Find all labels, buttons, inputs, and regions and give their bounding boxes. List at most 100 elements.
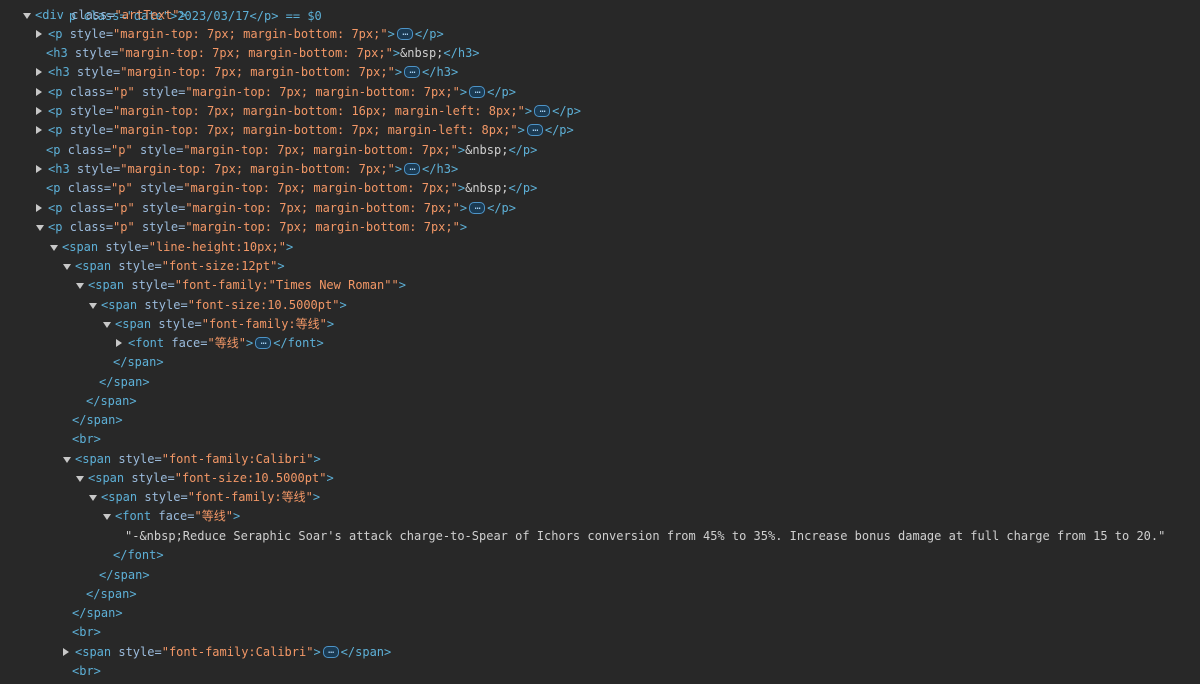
expand-arrow-closed-icon[interactable] bbox=[36, 126, 42, 134]
markup-val: "margin-top: 7px; margin-bottom: 7px;" bbox=[120, 65, 395, 79]
dom-node-row[interactable]: <span style="font-family:Calibri">… </spa… bbox=[0, 643, 1200, 662]
dom-node-markup: </span> bbox=[72, 411, 123, 430]
expand-arrow-open-icon[interactable] bbox=[50, 245, 58, 251]
expand-arrow-open-icon[interactable] bbox=[103, 322, 111, 328]
dom-node-row[interactable]: <br> bbox=[0, 623, 1200, 642]
dom-node-row[interactable]: </span> bbox=[0, 373, 1200, 392]
dom-node-row[interactable]: <font face="等线">… </font> bbox=[0, 334, 1200, 353]
expand-arrow-closed-icon[interactable] bbox=[36, 30, 42, 38]
dom-node-row[interactable]: <span style="font-family:"Times New Roma… bbox=[0, 276, 1200, 295]
markup-tag: </p> bbox=[414, 27, 444, 41]
markup-tag: > bbox=[179, 8, 187, 22]
expand-arrow-closed-icon[interactable] bbox=[36, 107, 42, 115]
expand-arrow-open-icon[interactable] bbox=[63, 457, 71, 463]
collapsed-content-ellipsis-icon[interactable]: … bbox=[322, 645, 339, 658]
markup-tag: <h3 bbox=[46, 46, 75, 60]
dom-node-row[interactable]: <p class="p" style="margin-top: 7px; mar… bbox=[0, 218, 1200, 237]
dom-node-row[interactable]: <span style="line-height:10px;"> bbox=[0, 238, 1200, 257]
markup-tag: > bbox=[232, 509, 241, 523]
dom-node-row[interactable]: <p class="p" style="margin-top: 7px; mar… bbox=[0, 141, 1200, 160]
markup-tag: </p> bbox=[508, 143, 538, 157]
expand-arrow-open-icon[interactable] bbox=[23, 13, 31, 19]
markup-tag: </span> bbox=[72, 413, 123, 427]
markup-tag: </span> bbox=[86, 587, 137, 601]
markup-val: "margin-top: 7px; margin-bottom: 7px;" bbox=[113, 27, 388, 41]
expand-arrow-closed-icon[interactable] bbox=[36, 204, 42, 212]
dom-node-row[interactable]: </span> bbox=[0, 566, 1200, 585]
dom-node-markup: <h3 style="margin-top: 7px; margin-botto… bbox=[48, 63, 458, 82]
markup-tag: > bbox=[245, 336, 254, 350]
dom-node-row[interactable]: <h3 style="margin-top: 7px; margin-botto… bbox=[0, 44, 1200, 63]
expand-arrow-open-icon[interactable] bbox=[89, 303, 97, 309]
expand-arrow-open-icon[interactable] bbox=[36, 225, 44, 231]
dom-node-row[interactable]: <p class="p" style="margin-top: 7px; mar… bbox=[0, 179, 1200, 198]
markup-eq: = bbox=[141, 240, 149, 254]
dom-node-row[interactable]: </span> bbox=[0, 411, 1200, 430]
dom-node-row[interactable]: <span style="font-family:等线"> bbox=[0, 488, 1200, 507]
dom-node-row[interactable]: </span> bbox=[0, 585, 1200, 604]
dom-node-row[interactable]: <p style="margin-top: 7px; margin-bottom… bbox=[0, 121, 1200, 140]
markup-eq: = bbox=[180, 490, 188, 504]
collapsed-content-ellipsis-icon[interactable]: … bbox=[404, 65, 421, 78]
dom-node-row[interactable]: <p style="margin-top: 7px; margin-bottom… bbox=[0, 102, 1200, 121]
expand-arrow-open-icon[interactable] bbox=[63, 264, 71, 270]
markup-eq: = bbox=[105, 201, 114, 215]
expand-arrow-closed-icon[interactable] bbox=[36, 165, 42, 173]
markup-attr: face bbox=[158, 509, 188, 523]
markup-tag: <p bbox=[48, 201, 70, 215]
expand-arrow-open-icon[interactable] bbox=[76, 476, 84, 482]
dom-node-markup: <span style="font-family:Calibri">… </spa… bbox=[75, 643, 391, 662]
expand-arrow-closed-icon[interactable] bbox=[116, 339, 122, 347]
markup-eq: = bbox=[154, 645, 162, 659]
dom-node-row[interactable]: <div class="artText"> bbox=[0, 6, 1200, 25]
markup-tag: </h3> bbox=[443, 46, 480, 60]
expand-arrow-closed-icon[interactable] bbox=[36, 88, 42, 96]
dom-node-row[interactable]: <p class="p" style="margin-top: 7px; mar… bbox=[0, 83, 1200, 102]
expand-arrow-open-icon[interactable] bbox=[76, 283, 84, 289]
markup-val: "p" bbox=[111, 143, 140, 157]
dom-node-row[interactable]: <br> bbox=[0, 430, 1200, 449]
expand-arrow-open-icon[interactable] bbox=[89, 495, 97, 501]
collapsed-content-ellipsis-icon[interactable]: … bbox=[534, 104, 551, 117]
markup-val: "font-family:Calibri" bbox=[161, 452, 314, 466]
collapsed-content-ellipsis-icon[interactable]: … bbox=[469, 85, 486, 98]
expand-arrow-closed-icon[interactable] bbox=[63, 648, 69, 656]
collapsed-content-ellipsis-icon[interactable]: … bbox=[396, 27, 413, 40]
dom-node-row[interactable]: <span style="font-family:等线"> bbox=[0, 315, 1200, 334]
dom-node-markup: <br> bbox=[72, 623, 101, 642]
dom-node-row[interactable]: <span style="font-size:10.5000pt"> bbox=[0, 296, 1200, 315]
dom-node-row[interactable]: <span style="font-family:Calibri"> bbox=[0, 450, 1200, 469]
dom-node-row[interactable]: <p style="margin-top: 7px; margin-bottom… bbox=[0, 25, 1200, 44]
dom-node-row[interactable]: "-&nbsp;Reduce Seraphic Soar's attack ch… bbox=[0, 527, 1200, 546]
dom-node-row[interactable]: <font face="等线"> bbox=[0, 507, 1200, 526]
dom-node-markup: <p style="margin-top: 7px; margin-bottom… bbox=[48, 102, 581, 121]
markup-tag: <p bbox=[48, 104, 70, 118]
dom-node-row[interactable]: <h3 style="margin-top: 7px; margin-botto… bbox=[0, 63, 1200, 82]
dom-node-row[interactable]: </span> bbox=[0, 353, 1200, 372]
dom-node-row[interactable]: <span style="font-size:12pt"> bbox=[0, 257, 1200, 276]
dom-node-row[interactable]: </span> bbox=[0, 392, 1200, 411]
dom-node-row[interactable]: </span> bbox=[0, 604, 1200, 623]
markup-attr: style bbox=[131, 278, 168, 292]
markup-val: "p" bbox=[113, 201, 142, 215]
markup-tag: <span bbox=[62, 240, 106, 254]
collapsed-content-ellipsis-icon[interactable]: … bbox=[255, 336, 272, 349]
markup-tag: > bbox=[339, 298, 347, 312]
markup-attr: class bbox=[71, 8, 108, 22]
expand-arrow-open-icon[interactable] bbox=[103, 514, 111, 520]
expand-arrow-closed-icon[interactable] bbox=[36, 68, 42, 76]
collapsed-content-ellipsis-icon[interactable]: … bbox=[404, 162, 421, 175]
collapsed-content-ellipsis-icon[interactable]: … bbox=[469, 201, 486, 214]
markup-val: "font-size:10.5000pt" bbox=[174, 471, 327, 485]
dom-node-row[interactable]: <br> bbox=[0, 662, 1200, 681]
dom-node-row[interactable]: </font> bbox=[0, 546, 1200, 565]
markup-tag: <h3 bbox=[48, 65, 77, 79]
markup-tag: <div bbox=[35, 8, 72, 22]
dom-node-row[interactable]: <h3 style="margin-top: 7px; margin-botto… bbox=[0, 160, 1200, 179]
dom-node-row[interactable]: <span style="font-size:10.5000pt"> bbox=[0, 469, 1200, 488]
markup-val: "font-family:等线" bbox=[187, 490, 313, 504]
dom-node-row[interactable]: <p class="p" style="margin-top: 7px; mar… bbox=[0, 199, 1200, 218]
markup-val: "等线" bbox=[194, 509, 233, 523]
collapsed-content-ellipsis-icon[interactable]: … bbox=[526, 123, 543, 136]
markup-attr: class bbox=[69, 201, 106, 215]
